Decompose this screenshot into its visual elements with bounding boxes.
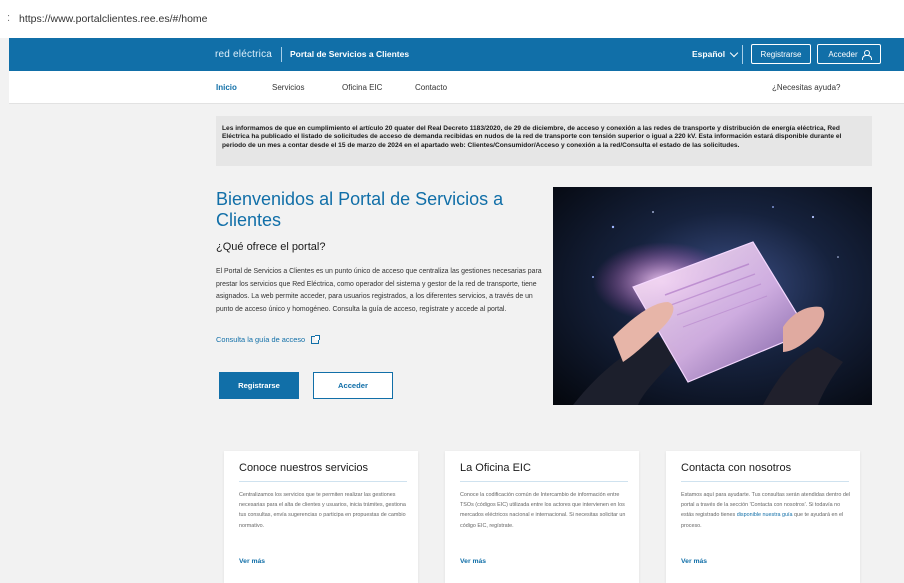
services-card-text: Centralizamos los servicios que te permi… [239,492,406,529]
header-register-label: Registrarse [760,49,802,59]
hero-image [553,187,872,405]
hero-subtitle: ¿Qué ofrece el portal? [216,241,326,253]
site-header: red eléctrica Portal de Servicios a Clie… [9,38,904,71]
contact-card-text: Estamos aquí para ayudarte. Tus consulta… [681,490,851,531]
tab-edge-mark: : [7,12,11,24]
language-label: Español [692,49,726,59]
nav-help-link[interactable]: ¿Necesitas ayuda? [772,83,840,92]
access-guide-label: Consulta la guía de acceso [216,335,306,344]
portal-title[interactable]: Portal de Servicios a Clientes [290,49,409,59]
nav-item-inicio[interactable]: Inicio [216,83,237,92]
nav-item-servicios[interactable]: Servicios [272,83,304,92]
chevron-down-icon [729,48,739,57]
notice-text: Les informamos de que en cumplimiento el… [222,125,842,149]
access-guide-link[interactable]: Consulta la guía de acceso [216,334,321,344]
register-button[interactable]: Registrarse [219,372,299,399]
contact-card-title: Contacta con nosotros [681,462,849,482]
notice-banner: Les informamos de que en cumplimiento el… [216,116,872,166]
services-card-title: Conoce nuestros servicios [239,462,407,482]
user-icon [861,49,872,60]
contact-more-link[interactable]: Ver más [681,558,707,565]
brand-divider [281,47,282,62]
browser-url-bar[interactable]: : https://www.portalclientes.ree.es/#/ho… [0,0,904,38]
language-selector[interactable]: Español [692,48,739,59]
eic-more-link[interactable]: Ver más [460,558,486,565]
services-more-link[interactable]: Ver más [239,558,265,565]
brand-logo[interactable]: red eléctrica [215,49,272,60]
nav-item-contacto[interactable]: Contacto [415,83,447,92]
login-button[interactable]: Acceder [313,372,393,399]
nav-item-oficina-eic[interactable]: Oficina EIC [342,83,382,92]
eic-card: La Oficina EIC Conoce la codificación co… [445,451,639,583]
header-login-label: Acceder [828,49,858,59]
main-nav: Inicio Servicios Oficina EIC Contacto ¿N… [9,71,904,104]
eic-card-text: Conoce la codificación común de Intercam… [460,492,626,529]
header-divider [742,45,743,64]
contact-guide-link[interactable]: disponible nuestra guía [737,512,793,518]
eic-card-title: La Oficina EIC [460,462,628,482]
url-text[interactable]: https://www.portalclientes.ree.es/#/home [19,13,208,25]
header-register-button[interactable]: Registrarse [751,44,811,64]
external-link-icon [311,334,321,344]
contact-card: Contacta con nosotros Estamos aquí para … [666,451,860,583]
services-card: Conoce nuestros servicios Centralizamos … [224,451,418,583]
page-title: Bienvenidos al Portal de Servicios a Cli… [216,189,504,230]
header-login-button[interactable]: Acceder [817,44,881,64]
hero-description: El Portal de Servicios a Clientes es un … [216,268,542,313]
